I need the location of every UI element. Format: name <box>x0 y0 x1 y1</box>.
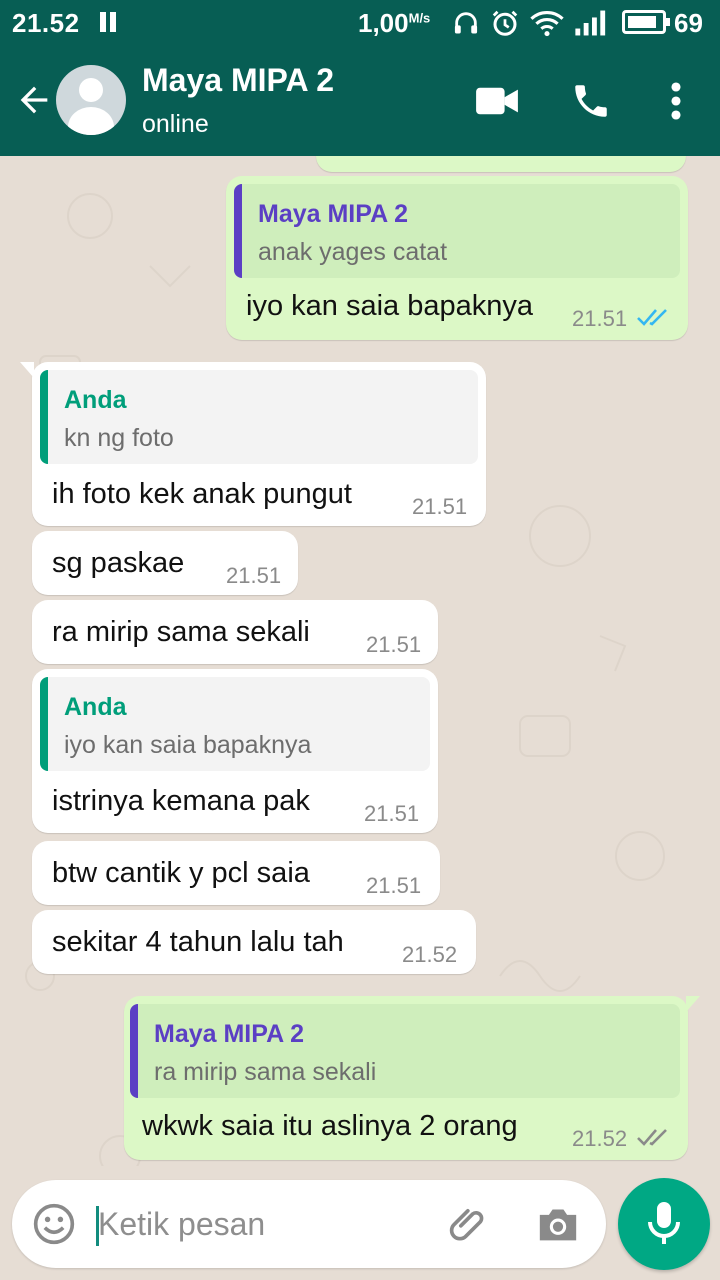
read-ticks-icon <box>637 309 667 326</box>
message-bubble-outgoing[interactable]: Maya MIPA 2 anak yages catat iyo kan sai… <box>226 176 688 340</box>
message-time: 21.51 <box>412 494 468 519</box>
quote-text: kn ng foto <box>64 424 174 452</box>
message-bubble-incoming[interactable]: btw cantik y pcl saia 21.51 <box>32 841 440 905</box>
chat-header: Maya MIPA 2 online <box>0 46 720 156</box>
contact-status: online <box>142 110 209 138</box>
message-composer[interactable]: Ketik pesan <box>12 1180 606 1268</box>
message-input[interactable]: Ketik pesan <box>98 1206 265 1243</box>
delivered-ticks-icon <box>637 1129 667 1146</box>
attachment-icon[interactable] <box>448 1202 492 1246</box>
quoted-message[interactable]: Maya MIPA 2 anak yages catat <box>234 184 680 278</box>
network-speed: 1,00M/s <box>358 8 431 38</box>
signal-icon <box>575 10 606 36</box>
message-text: sekitar 4 tahun lalu tah <box>52 926 344 958</box>
message-time: 21.52 <box>572 1126 628 1151</box>
voice-record-button[interactable] <box>618 1178 710 1270</box>
message-text: istrinya kemana pak <box>52 785 310 817</box>
quote-author: Anda <box>64 386 127 414</box>
message-text: btw cantik y pcl saia <box>52 857 310 889</box>
quote-bar <box>40 677 48 771</box>
contact-avatar[interactable] <box>56 65 126 135</box>
quote-bar <box>40 370 48 464</box>
message-time: 21.51 <box>572 306 628 331</box>
quote-bar <box>234 184 242 278</box>
contact-name[interactable]: Maya MIPA 2 <box>142 62 334 99</box>
battery-level: 69 <box>674 8 703 38</box>
more-options-icon[interactable] <box>662 80 690 122</box>
message-time: 21.51 <box>226 563 282 588</box>
quoted-message[interactable]: Anda kn ng foto <box>40 370 478 464</box>
message-time: 21.51 <box>366 873 422 898</box>
quote-bar <box>130 1004 138 1098</box>
message-bubble-incoming[interactable]: sg paskae 21.51 <box>32 531 298 595</box>
message-bubble-incoming[interactable]: Anda iyo kan saia bapaknya istrinya kema… <box>32 669 438 833</box>
message-bubble-incoming[interactable]: ra mirip sama sekali 21.51 <box>32 600 438 664</box>
message-list[interactable]: Maya MIPA 2 anak yages catat iyo kan sai… <box>0 156 720 1166</box>
quoted-message[interactable]: Anda iyo kan saia bapaknya <box>40 677 430 771</box>
status-icons <box>452 8 610 38</box>
voice-call-icon[interactable] <box>570 80 612 122</box>
wifi-icon <box>530 11 564 37</box>
quote-author: Anda <box>64 693 127 721</box>
quote-author: Maya MIPA 2 <box>154 1020 305 1048</box>
quoted-message[interactable]: Maya MIPA 2 ra mirip sama sekali <box>130 1004 680 1098</box>
status-bar: 21.52 1,00M/s 69 <box>0 0 720 46</box>
bubble-tail <box>20 362 34 378</box>
message-text: ih foto kek anak pungut <box>52 478 352 510</box>
status-time: 21.52 <box>12 8 80 38</box>
message-bubble-partial <box>316 156 686 172</box>
message-bubble-incoming[interactable]: sekitar 4 tahun lalu tah 21.52 <box>32 910 476 974</box>
message-text: sg paskae <box>52 547 185 579</box>
quote-text: iyo kan saia bapaknya <box>64 731 312 759</box>
camera-icon[interactable] <box>536 1204 580 1244</box>
battery-icon <box>622 10 670 34</box>
message-text: wkwk saia itu aslinya 2 orang <box>142 1110 518 1142</box>
message-time: 21.51 <box>366 632 422 657</box>
emoji-icon[interactable] <box>32 1202 76 1246</box>
message-bubble-incoming[interactable]: Anda kn ng foto ih foto kek anak pungut … <box>20 362 486 526</box>
alarm-icon <box>492 10 518 36</box>
message-bubble-outgoing[interactable]: Maya MIPA 2 ra mirip sama sekali wkwk sa… <box>124 996 700 1160</box>
headphones-icon <box>454 12 478 34</box>
message-text: iyo kan saia bapaknya <box>246 290 533 322</box>
bubble-tail <box>686 996 700 1012</box>
message-time: 21.52 <box>402 942 458 967</box>
video-call-icon[interactable] <box>474 82 520 120</box>
message-time: 21.51 <box>364 801 420 826</box>
back-arrow-icon[interactable] <box>14 80 54 120</box>
quote-author: Maya MIPA 2 <box>258 200 409 228</box>
pause-icon <box>98 12 118 32</box>
quote-text: anak yages catat <box>258 238 448 266</box>
quote-text: ra mirip sama sekali <box>154 1058 377 1086</box>
microphone-icon <box>648 1202 680 1244</box>
message-text: ra mirip sama sekali <box>52 616 310 648</box>
